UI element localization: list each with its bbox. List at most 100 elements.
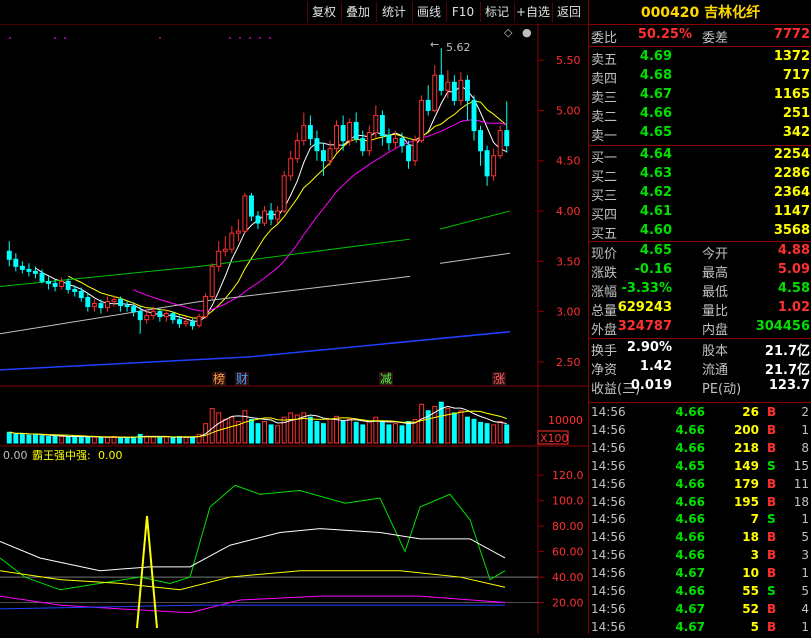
price-axis-label: 5.00 [556,104,581,117]
quote-panel: 000420 吉林化纤 委比 50.25% 委差 7772 卖五 4.69 1372… [588,0,811,634]
stat-label: 涨幅 [591,285,618,300]
trade-price: 4.66 [675,494,705,509]
volume-bar [59,436,65,444]
trade-count: 3 [801,548,809,563]
volume-bar [334,415,340,444]
stat-label: 涨跌 [591,266,618,281]
stat-label-2: 今开 [702,247,729,262]
trade-time: 14:56 [591,512,626,527]
candle-body [111,299,117,303]
ma10-line [67,100,508,319]
candle-body [432,74,438,111]
trade-side: B [767,422,777,437]
add-favorite-button[interactable]: +自选 [514,2,551,22]
top-dot [229,37,231,39]
trade-price: 4.66 [675,584,705,598]
stats-button[interactable]: 统计 [376,2,411,22]
trade-row: 14:56 4.66 218 B 8 [589,441,811,459]
stat-value-2: 1.02 [777,300,810,315]
ma250-line [0,330,511,371]
volume-bar [360,424,366,444]
candle-body [183,321,189,325]
sell-volume: 342 [782,125,810,140]
fundamental-value-2: 21.7亿 [764,344,810,359]
fuquan-button[interactable]: 复权 [307,2,340,22]
fundamental-value-2: 123.7 [768,378,810,393]
candle-body [65,280,71,290]
candle-body [104,301,110,309]
candle-body [144,315,150,321]
stat-row: 外盘 324787 内盘 304456 [589,319,811,338]
candle-body [288,158,294,177]
sell-price: 4.66 [639,106,672,121]
trade-side: S [767,458,776,473]
ma120-line [439,252,511,264]
stat-label: 总量 [591,304,618,319]
candle-body [379,114,385,137]
stat-row: 总量 629243 量比 1.02 [589,300,811,319]
trade-count: 2 [801,405,809,419]
candle-body [464,79,470,101]
f10-button[interactable]: F10 [446,2,479,22]
trade-row: 14:56 4.66 18 B 5 [589,530,811,548]
volume-bar [13,433,19,444]
candle-body [353,122,359,140]
sell-volume: 1372 [773,49,810,64]
volume-bar [471,418,477,444]
trade-volume: 26 [742,405,759,419]
buy-label: 买四 [591,208,618,223]
buy-label: 买二 [591,170,618,185]
event-marker: 减 [380,372,392,386]
trade-price: 4.66 [675,440,705,455]
stat-value-2: 4.88 [777,243,810,258]
volume-bar [52,435,58,444]
trade-count: 15 [793,458,809,473]
volume-bar [262,421,268,444]
buy-label: 买五 [591,227,618,242]
trade-time: 14:56 [591,601,626,616]
trade-row: 14:56 4.66 26 B 2 [589,405,811,423]
trade-time: 14:56 [591,619,626,634]
volume-bar [157,436,163,444]
back-button[interactable]: 返回 [552,2,585,22]
peak-arrow: ← [430,38,439,51]
candle-body [26,268,32,272]
candle-body [412,140,418,162]
buy-row: 买五 4.60 3568 [589,223,811,242]
fundamental-value: 0.019 [630,378,672,393]
peak-label: 5.62 [446,41,471,54]
stat-value-2: 4.58 [777,281,810,296]
trade-row: 14:56 4.66 3 B 3 [589,548,811,566]
volume-bar [85,436,91,444]
volume-bar [170,437,176,444]
stat-row: 涨幅 -3.33% 最低 4.58 [589,281,811,300]
sell-price: 4.65 [639,125,672,140]
sell-row: 卖四 4.68 717 [589,68,811,87]
candle-body [124,305,130,308]
candle-body [222,248,228,252]
fundamental-row: 换手 2.90% 股本 21.7亿 [589,340,811,359]
event-marker: 财 [236,372,248,386]
overlay-button[interactable]: 叠加 [341,2,374,22]
trade-count: 4 [801,601,809,616]
trade-side: S [767,584,776,598]
indicator-axis-label: 40.00 [552,571,584,584]
trade-count: 1 [801,512,809,527]
buy-price: 4.62 [639,185,672,200]
sell-row: 卖五 4.69 1372 [589,49,811,68]
candle-body [150,311,156,317]
trade-volume: 7 [750,512,759,527]
sell-volume: 1165 [773,87,810,102]
buy-volume: 2364 [773,185,810,200]
mark-button[interactable]: 标记 [480,2,513,22]
indicator-magenta-line [0,595,506,614]
sell-price: 4.68 [639,68,672,83]
candle-body [373,114,379,134]
trade-time: 14:56 [591,440,626,455]
chart-area[interactable]: 5.50 5.00 4.50 4.00 3.50 3.00 2.50 ← 5.62 ◇ ● 榜财 减 涨… [0,0,588,634]
weicha-label: 委差 [702,31,729,46]
trade-time: 14:56 [591,476,626,491]
candle-body [262,210,268,224]
volume-bar [91,436,97,444]
draw-line-button[interactable]: 画线 [412,2,445,22]
